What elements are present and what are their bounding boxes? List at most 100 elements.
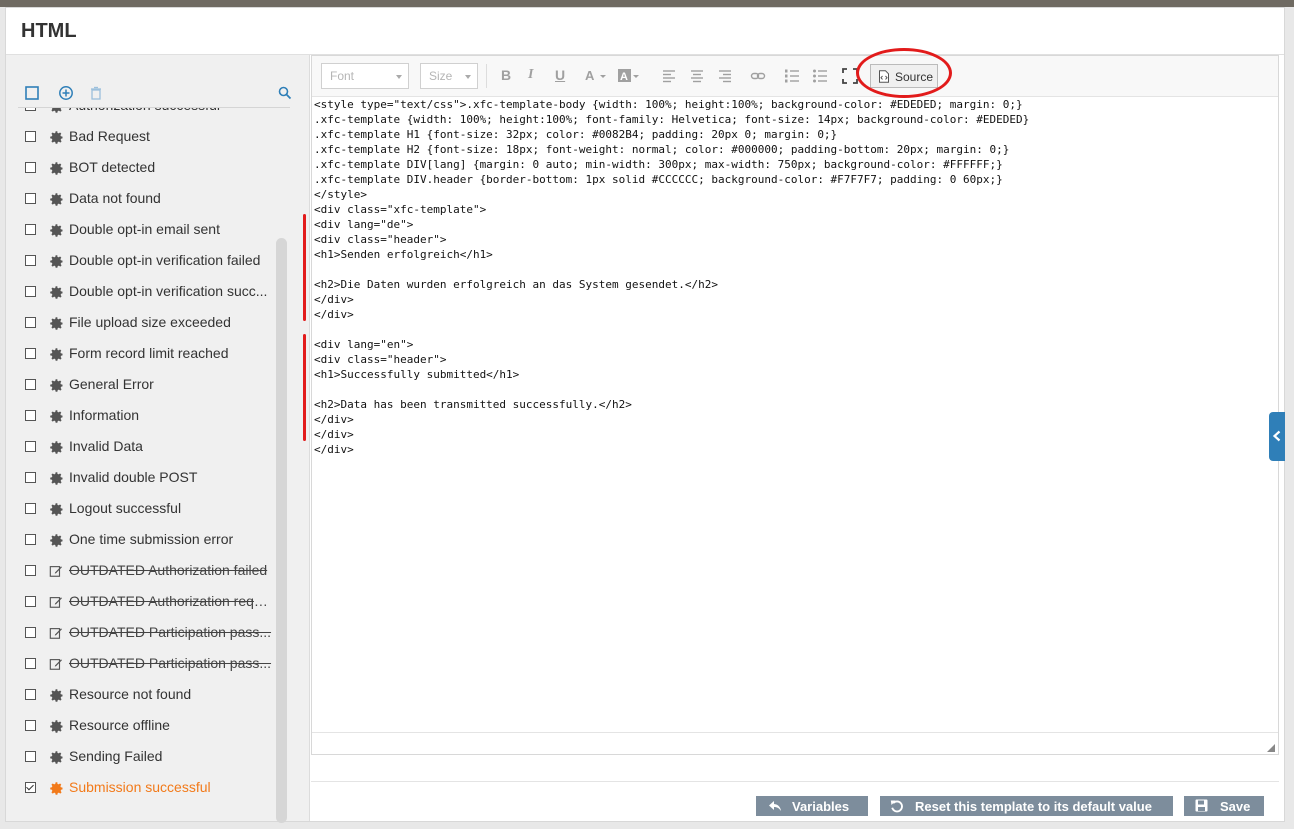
- item-checkbox[interactable]: [25, 596, 36, 607]
- item-checkbox[interactable]: [25, 627, 36, 638]
- item-checkbox[interactable]: [25, 193, 36, 204]
- item-checkbox[interactable]: [25, 348, 36, 359]
- list-item[interactable]: BOT detected: [6, 156, 286, 187]
- gear-icon: [49, 130, 64, 145]
- item-checkbox[interactable]: [25, 286, 36, 297]
- item-checkbox[interactable]: [25, 720, 36, 731]
- search-icon[interactable]: [277, 85, 293, 101]
- list-item[interactable]: Invalid double POST: [6, 466, 286, 497]
- edit-icon: [49, 626, 64, 641]
- editor-statusbar: [312, 732, 1278, 755]
- undo-icon: [890, 800, 903, 813]
- item-checkbox[interactable]: [25, 503, 36, 514]
- annotation-circle: [856, 48, 952, 98]
- reset-template-button[interactable]: Reset this template to its default value: [880, 796, 1173, 816]
- underline-icon[interactable]: U: [555, 67, 565, 83]
- list-item[interactable]: Bad Request: [6, 125, 286, 156]
- text-color-icon[interactable]: A: [584, 68, 608, 84]
- gear-icon: [49, 719, 64, 734]
- list-item-label: OUTDATED Authorization failed: [69, 562, 268, 578]
- collapse-panel-tab[interactable]: [1269, 412, 1285, 461]
- item-checkbox[interactable]: [25, 782, 36, 793]
- edit-icon: [49, 595, 64, 610]
- list-item-label: Invalid Data: [69, 438, 143, 454]
- template-panel: HTML Authorization successfulBad Reque: [5, 7, 1285, 823]
- source-code-textarea[interactable]: <style type="text/css">.xfc-template-bod…: [314, 97, 1274, 727]
- size-select[interactable]: Size: [420, 63, 478, 89]
- variables-button[interactable]: Variables: [756, 796, 868, 816]
- list-item[interactable]: OUTDATED Authorization failed: [6, 559, 286, 590]
- list-item[interactable]: One time submission error: [6, 528, 286, 559]
- item-checkbox[interactable]: [25, 751, 36, 762]
- list-item[interactable]: OUTDATED Authorization requi...: [6, 590, 286, 621]
- gear-icon: [49, 285, 64, 300]
- list-item[interactable]: Information: [6, 404, 286, 435]
- list-item-label: One time submission error: [69, 531, 234, 547]
- item-checkbox[interactable]: [25, 379, 36, 390]
- list-item[interactable]: Double opt-in verification failed: [6, 249, 286, 280]
- list-item[interactable]: Resource not found: [6, 683, 286, 714]
- code-line: </div>: [314, 443, 354, 456]
- list-item[interactable]: General Error: [6, 373, 286, 404]
- list-item[interactable]: Logout successful: [6, 497, 286, 528]
- item-checkbox[interactable]: [25, 689, 36, 700]
- code-line: <div lang="en">: [314, 338, 414, 351]
- item-checkbox[interactable]: [25, 658, 36, 669]
- item-checkbox[interactable]: [25, 472, 36, 483]
- delete-icon[interactable]: [88, 85, 104, 101]
- list-item-label: File upload size exceeded: [69, 314, 231, 330]
- list-item[interactable]: Double opt-in email sent: [6, 218, 286, 249]
- bold-icon[interactable]: B: [501, 67, 511, 83]
- item-checkbox[interactable]: [25, 255, 36, 266]
- footer-divider: [311, 781, 1279, 782]
- item-checkbox[interactable]: [25, 410, 36, 421]
- item-checkbox[interactable]: [25, 162, 36, 173]
- link-icon[interactable]: [750, 68, 766, 84]
- align-right-icon[interactable]: [717, 68, 733, 84]
- gear-icon: [49, 254, 64, 269]
- numbered-list-icon[interactable]: [784, 68, 800, 84]
- list-item[interactable]: Form record limit reached: [6, 342, 286, 373]
- list-item-label: Bad Request: [69, 128, 150, 144]
- item-checkbox[interactable]: [25, 317, 36, 328]
- item-checkbox[interactable]: [25, 224, 36, 235]
- list-item[interactable]: Authorization successful: [6, 108, 286, 125]
- html-editor: Font Size B I U A A Source <style type="…: [311, 48, 1279, 755]
- resize-handle-icon[interactable]: [1267, 744, 1275, 752]
- code-line: <h1>Senden erfolgreich</h1>: [314, 248, 493, 261]
- item-checkbox[interactable]: [25, 441, 36, 452]
- item-checkbox[interactable]: [25, 534, 36, 545]
- list-item-label: Submission successful: [69, 779, 211, 795]
- list-item[interactable]: Double opt-in verification succ...: [6, 280, 286, 311]
- bullet-list-icon[interactable]: [812, 68, 828, 84]
- item-checkbox[interactable]: [25, 108, 36, 111]
- italic-icon[interactable]: I: [528, 67, 533, 83]
- item-checkbox[interactable]: [25, 131, 36, 142]
- gear-icon: [49, 223, 64, 238]
- list-item[interactable]: OUTDATED Participation pass...: [6, 652, 286, 683]
- list-item-label: Logout successful: [69, 500, 182, 516]
- align-left-icon[interactable]: [661, 68, 677, 84]
- reset-template-button-label: Reset this template to its default value: [915, 799, 1152, 814]
- select-all-checkbox-icon[interactable]: [24, 85, 40, 101]
- save-button[interactable]: Save: [1184, 796, 1264, 816]
- background-color-icon[interactable]: A: [617, 68, 641, 84]
- list-item[interactable]: Invalid Data: [6, 435, 286, 466]
- sidebar-scrollbar[interactable]: [276, 238, 287, 823]
- list-item[interactable]: Data not found: [6, 187, 286, 218]
- list-item[interactable]: Sending Failed: [6, 745, 286, 776]
- list-item[interactable]: OUTDATED Participation pass...: [6, 621, 286, 652]
- list-item-label: Double opt-in verification succ...: [69, 283, 268, 299]
- align-center-icon[interactable]: [689, 68, 705, 84]
- list-item[interactable]: Submission successful: [6, 776, 286, 807]
- item-checkbox[interactable]: [25, 565, 36, 576]
- list-item-label: OUTDATED Participation pass...: [69, 624, 272, 640]
- list-item[interactable]: Resource offline: [6, 714, 286, 745]
- gear-icon: [49, 192, 64, 207]
- gear-icon: [49, 750, 64, 765]
- font-select[interactable]: Font: [321, 63, 409, 89]
- add-icon[interactable]: [58, 85, 74, 101]
- code-line: <h1>Successfully submitted</h1>: [314, 368, 520, 381]
- list-item[interactable]: File upload size exceeded: [6, 311, 286, 342]
